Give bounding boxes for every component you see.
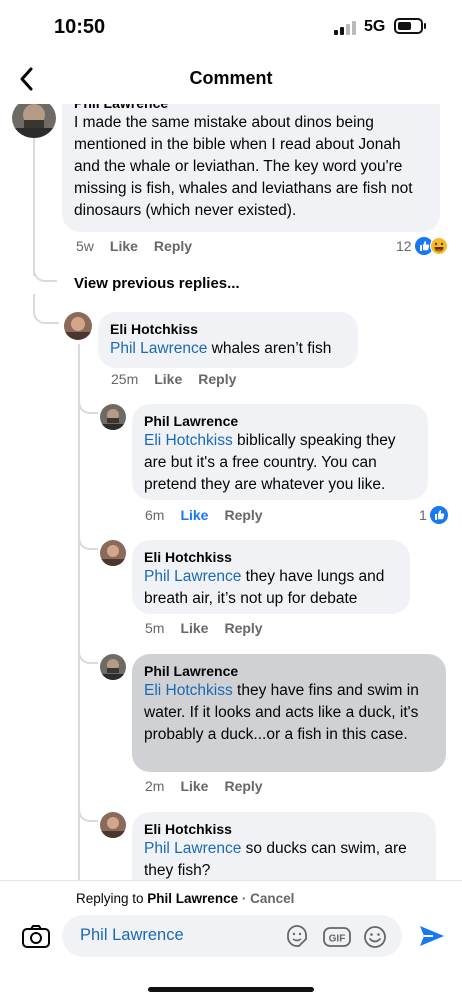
emoji-button[interactable] bbox=[362, 924, 388, 950]
like-button[interactable]: Like bbox=[110, 238, 138, 254]
reply-button[interactable]: Reply bbox=[224, 620, 262, 636]
reaction-summary[interactable]: 1 bbox=[419, 506, 448, 524]
reply-actions: 25m Like Reply bbox=[111, 371, 236, 387]
reply-text: Phil Lawrence whales aren’t fish bbox=[110, 340, 332, 357]
comment-actions: 5w Like Reply bbox=[76, 238, 192, 254]
reply-author[interactable]: Eli Hotchkiss bbox=[144, 820, 424, 838]
home-indicator[interactable] bbox=[148, 987, 314, 992]
battery-icon bbox=[394, 18, 426, 34]
emoji-icon bbox=[364, 926, 386, 948]
mention-link[interactable]: Phil Lawrence bbox=[110, 340, 207, 357]
comment-input[interactable]: Phil Lawrence GIF bbox=[62, 915, 402, 957]
thread-connector bbox=[78, 528, 98, 550]
like-reaction-icon bbox=[429, 506, 448, 524]
thread-connector bbox=[78, 642, 98, 664]
status-time: 10:50 bbox=[54, 16, 106, 38]
mention-link[interactable]: Eli Hotchkiss bbox=[144, 682, 233, 699]
avatar[interactable] bbox=[100, 404, 126, 430]
reply-button[interactable]: Reply bbox=[224, 778, 262, 794]
signal-icon bbox=[334, 21, 356, 35]
cancel-reply-button[interactable]: Cancel bbox=[250, 891, 294, 906]
thread-connector bbox=[78, 392, 98, 414]
reply-time: 6m bbox=[145, 507, 165, 523]
reply-time: 25m bbox=[111, 371, 139, 387]
reply-button[interactable]: Reply bbox=[224, 507, 262, 523]
reply-button[interactable]: Reply bbox=[198, 371, 236, 387]
avatar[interactable] bbox=[64, 312, 92, 340]
reply-text: Eli Hotchkiss biblically speaking they a… bbox=[144, 432, 396, 493]
reply-text: Eli Hotchkiss they have fins and swim in… bbox=[144, 682, 419, 743]
mention-link[interactable]: Phil Lawrence bbox=[144, 840, 241, 857]
reply-time: 2m bbox=[145, 778, 165, 794]
haha-reaction-icon bbox=[429, 237, 448, 255]
avatar[interactable] bbox=[12, 104, 56, 138]
gif-button[interactable]: GIF bbox=[322, 924, 352, 950]
like-button[interactable]: Like bbox=[180, 620, 208, 636]
reply-author[interactable]: Phil Lawrence bbox=[144, 412, 416, 430]
avatar[interactable] bbox=[100, 812, 126, 838]
reaction-summary[interactable]: 12 bbox=[396, 237, 448, 255]
sticker-button[interactable] bbox=[284, 924, 310, 950]
reply-bubble[interactable]: Eli Hotchkiss Phil Lawrence they have lu… bbox=[132, 540, 410, 614]
reply-actions: 6m Like Reply bbox=[145, 507, 263, 523]
mention-link[interactable]: Phil Lawrence bbox=[144, 568, 241, 585]
camera-button[interactable] bbox=[20, 921, 52, 951]
avatar[interactable] bbox=[100, 540, 126, 566]
comment-thread[interactable]: Phil Lawrence I made the same mistake ab… bbox=[0, 104, 462, 880]
reaction-count: 12 bbox=[396, 238, 412, 254]
reply-actions: 5m Like Reply bbox=[145, 620, 263, 636]
replying-to-name: Phil Lawrence bbox=[147, 891, 239, 906]
comment-input-value: Phil Lawrence bbox=[80, 926, 184, 944]
reply-author[interactable]: Eli Hotchkiss bbox=[144, 548, 398, 566]
reply-bubble[interactable]: Phil Lawrence Eli Hotchkiss biblically s… bbox=[132, 404, 428, 500]
reply-bubble[interactable]: Phil Lawrence Eli Hotchkiss they have fi… bbox=[132, 654, 446, 772]
mention-link[interactable]: Eli Hotchkiss bbox=[144, 432, 233, 449]
reply-author[interactable]: Phil Lawrence bbox=[144, 662, 434, 680]
reply-composer: Replying to Phil Lawrence · Cancel Phil … bbox=[0, 880, 462, 1000]
comment-time: 5w bbox=[76, 238, 94, 254]
comment-author[interactable]: Phil Lawrence bbox=[74, 104, 428, 112]
view-previous-replies[interactable]: View previous replies... bbox=[74, 275, 240, 292]
gif-icon: GIF bbox=[323, 927, 351, 947]
reply-bubble[interactable]: Eli Hotchkiss Phil Lawrence whales aren’… bbox=[98, 312, 358, 368]
like-button[interactable]: Like bbox=[180, 778, 208, 794]
reply-text: Phil Lawrence they have lungs and breath… bbox=[144, 568, 385, 607]
reply-time: 5m bbox=[145, 620, 165, 636]
reply-button[interactable]: Reply bbox=[154, 238, 192, 254]
reply-text: Phil Lawrence so ducks can swim, are the… bbox=[144, 840, 407, 879]
like-button[interactable]: Like bbox=[180, 507, 208, 523]
network-type: 5G bbox=[364, 18, 386, 35]
comment-text: I made the same mistake about dinos bein… bbox=[74, 114, 413, 219]
send-button[interactable] bbox=[418, 923, 446, 949]
sticker-icon bbox=[287, 925, 307, 947]
header: Comment bbox=[0, 56, 462, 104]
camera-icon bbox=[22, 925, 50, 948]
reply-bubble[interactable]: Eli Hotchkiss Phil Lawrence so ducks can… bbox=[132, 812, 436, 880]
send-icon bbox=[420, 926, 444, 946]
like-button[interactable]: Like bbox=[154, 371, 182, 387]
avatar[interactable] bbox=[100, 654, 126, 680]
reply-author[interactable]: Eli Hotchkiss bbox=[110, 320, 346, 338]
replying-to-label: Replying to Phil Lawrence · Cancel bbox=[76, 891, 295, 906]
thread-connector bbox=[78, 800, 98, 822]
comment-bubble[interactable]: Phil Lawrence I made the same mistake ab… bbox=[62, 104, 440, 232]
thread-connector bbox=[33, 254, 57, 282]
reaction-count: 1 bbox=[419, 507, 427, 523]
reply-actions: 2m Like Reply bbox=[145, 778, 263, 794]
thread-connector bbox=[33, 294, 59, 324]
status-bar: 10:50 5G bbox=[0, 0, 462, 56]
gif-label: GIF bbox=[329, 934, 346, 945]
page-title: Comment bbox=[189, 68, 273, 88]
